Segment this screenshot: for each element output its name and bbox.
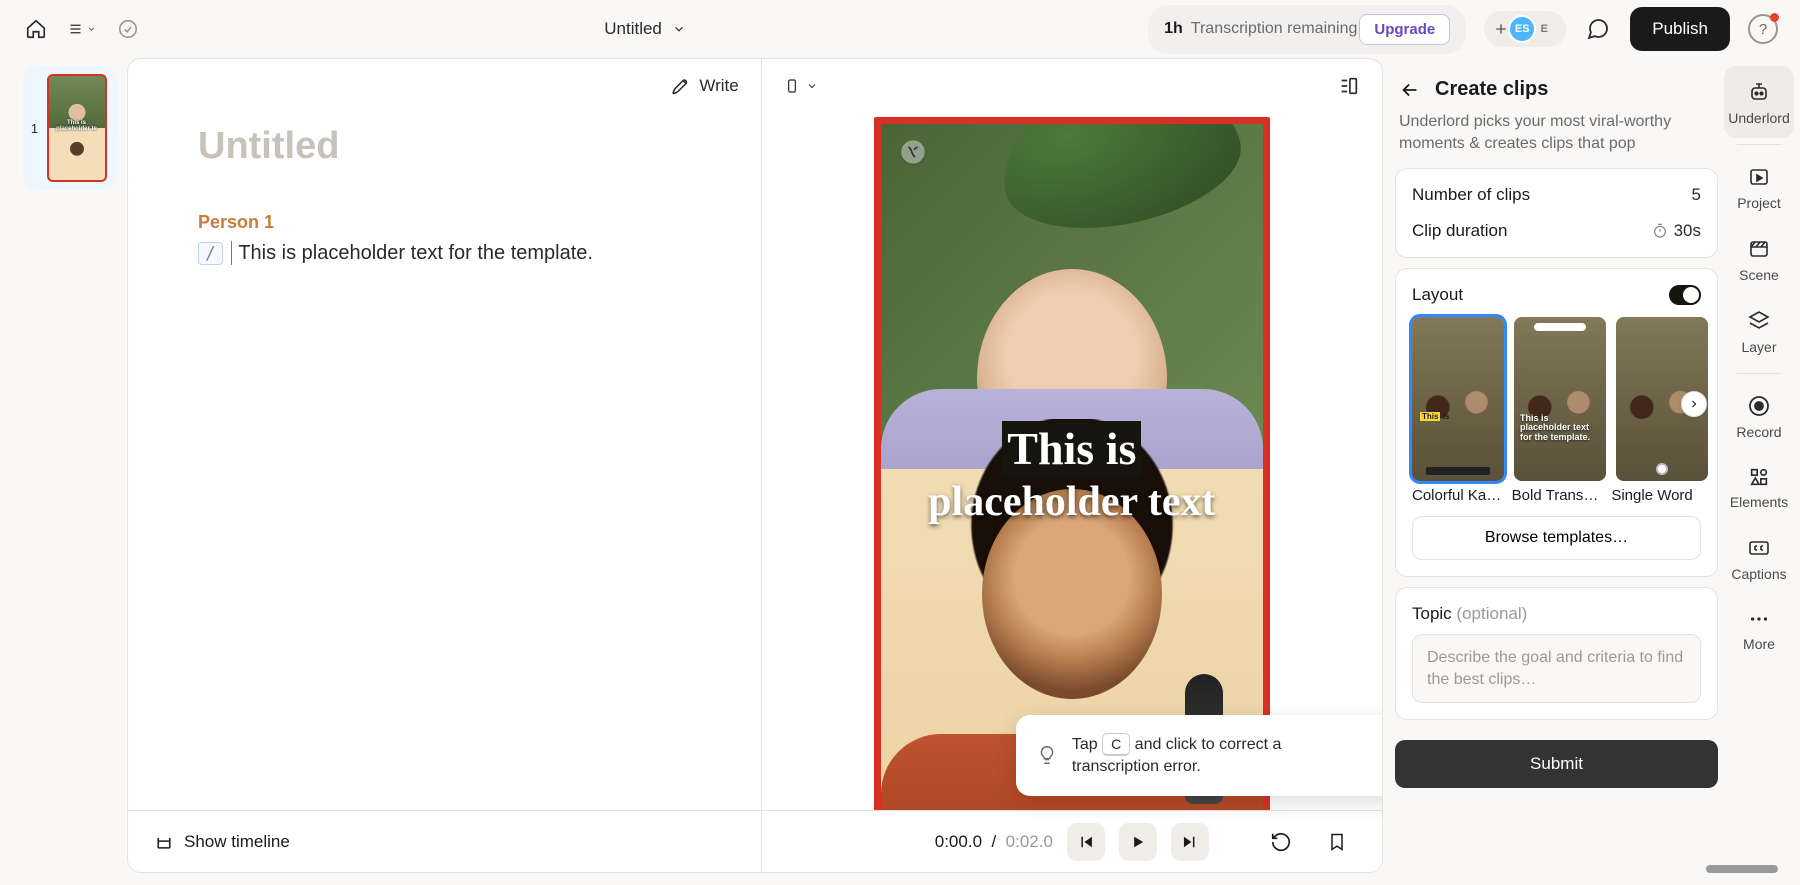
play-button[interactable]	[1119, 823, 1157, 861]
timeline-icon	[154, 832, 174, 852]
home-icon[interactable]	[22, 15, 50, 43]
sidebar-item-project[interactable]: Project	[1724, 151, 1794, 223]
scene-rail: 1 This is placeholder te	[12, 58, 127, 873]
write-label: Write	[699, 76, 738, 96]
watermark-logo-icon	[899, 138, 927, 166]
topbar: Untitled 1h Transcription remaining Upgr…	[0, 0, 1800, 58]
right-sidebar: Underlord Project Scene Layer Record Ele…	[1718, 58, 1800, 885]
template-option[interactable]: This is	[1412, 317, 1504, 481]
chevron-down-icon	[672, 22, 686, 36]
sidebar-item-record[interactable]: Record	[1724, 380, 1794, 452]
transcription-remaining-pill: 1h Transcription remaining Upgrade	[1148, 5, 1466, 54]
skip-forward-button[interactable]	[1171, 823, 1209, 861]
template-name: Single Word	[1611, 487, 1701, 504]
submit-button[interactable]: Submit	[1395, 740, 1718, 788]
scene-icon	[1747, 237, 1771, 261]
clip-settings-card: Number of clips 5 Clip duration 30s	[1395, 168, 1718, 258]
sidebar-item-captions[interactable]: Captions	[1724, 522, 1794, 594]
editor-area: Write Untitled Person 1 / This is placeh…	[127, 58, 1383, 873]
sidebar-item-underlord[interactable]: Underlord	[1724, 66, 1794, 138]
browse-templates-button[interactable]: Browse templates…	[1412, 516, 1701, 560]
sidebar-item-elements[interactable]: Elements	[1724, 452, 1794, 522]
stopwatch-icon	[1652, 223, 1668, 239]
speaker-label[interactable]: Person 1	[198, 212, 701, 233]
tip-text: Tap C and click to correct a transcripti…	[1072, 733, 1364, 778]
transcript-text: This is placeholder text for the templat…	[238, 242, 593, 265]
text-caret-icon	[231, 241, 233, 265]
num-clips-row[interactable]: Number of clips 5	[1412, 185, 1701, 205]
chevron-down-icon	[806, 80, 818, 92]
template-name: Bold Trans…	[1512, 487, 1602, 504]
help-button[interactable]: ?	[1748, 14, 1778, 44]
layout-toggle[interactable]	[1669, 285, 1701, 305]
caption-overlay: This is placeholder text	[881, 424, 1263, 525]
back-button[interactable]	[1399, 79, 1421, 101]
layout-label: Layout	[1412, 285, 1463, 305]
topic-optional-label: (optional)	[1456, 604, 1527, 623]
playhead-time: 0:00.0 / 0:02.0	[935, 832, 1053, 852]
transcription-label: Transcription remaining	[1191, 20, 1358, 38]
resize-handle-icon[interactable]	[1706, 865, 1778, 873]
preview-pane: This is placeholder text 0:00.0 / 0:02.0	[762, 59, 1382, 872]
scene-thumbnail[interactable]: 1 This is placeholder te	[23, 66, 117, 190]
topic-label: Topic	[1412, 604, 1452, 623]
sidebar-item-scene[interactable]: Scene	[1724, 223, 1794, 295]
tip-popover: Tap C and click to correct a transcripti…	[1016, 715, 1383, 796]
menu-icon[interactable]	[68, 15, 96, 43]
sync-status-icon	[114, 15, 142, 43]
bookmark-button[interactable]	[1318, 823, 1356, 861]
layout-panel-toggle-icon[interactable]	[1338, 75, 1360, 97]
sidebar-item-layer[interactable]: Layer	[1724, 295, 1794, 367]
project-title: Untitled	[604, 19, 662, 39]
notification-dot-icon	[1770, 13, 1779, 22]
elements-icon	[1748, 466, 1770, 488]
transcription-hours: 1h	[1164, 20, 1183, 38]
scene-index: 1	[29, 121, 41, 136]
project-icon	[1747, 165, 1771, 189]
loop-button[interactable]	[1262, 823, 1300, 861]
slash-command-icon[interactable]: /	[198, 242, 223, 265]
show-timeline-button[interactable]: Show timeline	[154, 832, 290, 852]
sidebar-item-more[interactable]: More	[1724, 594, 1794, 664]
transcript-line[interactable]: / This is placeholder text for the templ…	[198, 241, 701, 265]
layers-icon	[1747, 309, 1771, 333]
record-icon	[1747, 394, 1771, 418]
layout-card: Layout This is This is placeholder text …	[1395, 268, 1718, 577]
device-orientation-button[interactable]	[784, 75, 818, 97]
more-icon	[1748, 608, 1770, 630]
inspector-title: Create clips	[1435, 78, 1548, 101]
captions-icon	[1747, 536, 1771, 560]
template-strip: This is This is placeholder text for the…	[1412, 317, 1701, 481]
template-option[interactable]: This is placeholder text for the templat…	[1514, 317, 1606, 481]
pen-icon	[671, 76, 691, 96]
robot-icon	[1747, 80, 1771, 104]
topic-input[interactable]: Describe the goal and criteria to find t…	[1412, 634, 1701, 703]
phone-portrait-icon	[784, 75, 800, 97]
inspector-description: Underlord picks your most viral-worthy m…	[1395, 107, 1718, 168]
document-title[interactable]: Untitled	[198, 125, 701, 168]
templates-next-button[interactable]	[1681, 391, 1707, 417]
avatar: E	[1530, 15, 1558, 43]
publish-button[interactable]: Publish	[1630, 7, 1730, 51]
collaborator-stack[interactable]: ES E	[1484, 11, 1566, 47]
comments-icon[interactable]	[1584, 15, 1612, 43]
scene-thumb-preview: This is placeholder te	[47, 74, 107, 182]
lightbulb-icon	[1036, 744, 1058, 766]
project-title-button[interactable]: Untitled	[604, 19, 686, 39]
clip-duration-row[interactable]: Clip duration 30s	[1412, 221, 1701, 241]
template-name: Colorful Ka…	[1412, 487, 1502, 504]
key-c-icon: C	[1102, 733, 1130, 757]
write-button[interactable]: Write	[671, 76, 738, 96]
transcript-pane: Write Untitled Person 1 / This is placeh…	[128, 59, 762, 872]
inspector-panel: Create clips Underlord picks your most v…	[1383, 58, 1718, 873]
upgrade-button[interactable]: Upgrade	[1359, 14, 1450, 45]
skip-back-button[interactable]	[1067, 823, 1105, 861]
topic-card: Topic (optional) Describe the goal and c…	[1395, 587, 1718, 720]
transport-bar: Show timeline	[128, 810, 761, 872]
